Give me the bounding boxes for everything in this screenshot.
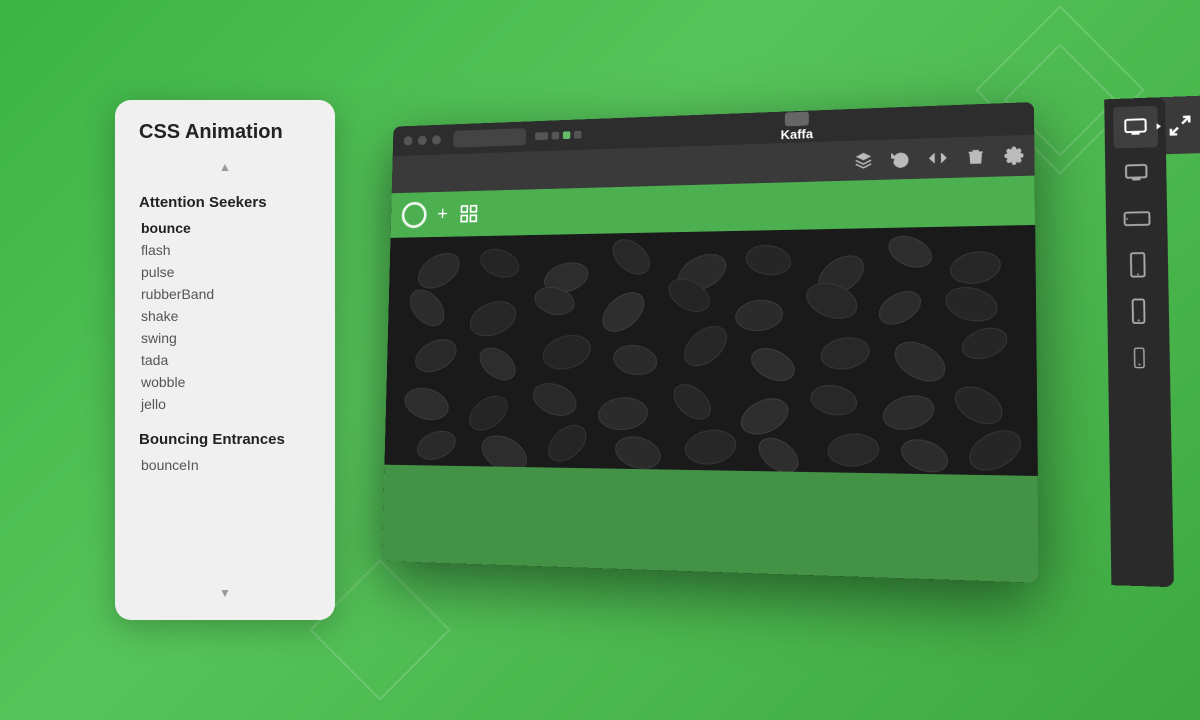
coffee-bean <box>734 298 784 333</box>
browser-dot-1 <box>404 136 413 146</box>
browser-url-bar[interactable] <box>453 128 526 147</box>
nav-status <box>563 131 571 139</box>
add-element-button[interactable]: + <box>437 203 448 225</box>
coffee-bean <box>401 383 452 425</box>
panel-spacer <box>139 476 311 574</box>
mobile-icon <box>1130 298 1146 323</box>
coffee-canvas-area <box>385 225 1038 476</box>
grid-icon[interactable] <box>458 203 478 224</box>
coffee-bean <box>682 426 738 468</box>
coffee-bean <box>677 318 735 374</box>
circle-selector[interactable] <box>401 202 427 229</box>
animation-panel: CSS Animation Attention Seekers bounce f… <box>115 100 335 620</box>
browser-dot-2 <box>418 136 427 146</box>
brand-name: Kaffa <box>781 126 814 142</box>
device-tablet-landscape-button[interactable] <box>1114 197 1159 240</box>
coffee-bean <box>883 230 937 274</box>
coffee-bean <box>897 433 953 476</box>
device-tablet-portrait-button[interactable] <box>1115 243 1160 286</box>
panel-title: CSS Animation <box>139 120 311 144</box>
animation-item-swing[interactable]: swing <box>139 327 311 349</box>
category-attention-seekers: Attention Seekers <box>139 194 311 211</box>
coffee-bean <box>595 284 651 339</box>
coffee-bean <box>948 379 1009 432</box>
coffee-bean <box>474 341 522 387</box>
mobile-2-icon <box>1132 347 1146 368</box>
delete-icon[interactable] <box>966 147 985 166</box>
nav-forward <box>552 132 560 140</box>
animation-item-rubberband[interactable]: rubberBand <box>139 283 311 305</box>
browser-nav-controls <box>535 131 581 140</box>
coffee-bean <box>808 382 860 420</box>
animation-item-wobble[interactable]: wobble <box>139 371 311 393</box>
coffee-bean <box>947 247 1003 288</box>
desktop-icon <box>1123 116 1148 138</box>
coffee-bean <box>752 431 805 476</box>
animation-item-tada[interactable]: tada <box>139 349 311 371</box>
coffee-bean <box>957 322 1012 365</box>
browser-mockup: Kaffa <box>381 100 1107 629</box>
history-icon[interactable] <box>891 150 910 169</box>
device-desktop-button[interactable] <box>1113 106 1158 149</box>
coffee-bean <box>528 377 581 422</box>
scroll-down-button[interactable] <box>139 586 311 600</box>
animation-item-jello[interactable]: jello <box>139 393 311 415</box>
coffee-bean <box>466 295 521 343</box>
tablet-portrait-icon <box>1127 252 1148 278</box>
device-desktop-2-button[interactable] <box>1113 151 1158 194</box>
animation-item-shake[interactable]: shake <box>139 305 311 327</box>
coffee-bean <box>611 342 660 379</box>
nav-back <box>535 132 548 140</box>
nav-extra <box>574 131 582 139</box>
animation-item-pulse[interactable]: pulse <box>139 261 311 283</box>
animation-item-bouncein[interactable]: bounceIn <box>139 454 311 476</box>
coffee-bean <box>942 282 1002 327</box>
coffee-bean <box>818 334 872 374</box>
animation-item-bounce[interactable]: bounce <box>139 217 311 239</box>
category-bouncing-entrances: Bouncing Entrances <box>139 431 311 448</box>
coffee-bean <box>541 417 593 468</box>
coffee-bean <box>606 232 657 281</box>
scroll-up-button[interactable] <box>139 160 311 174</box>
coffee-bean <box>746 342 800 388</box>
coffee-bean <box>539 330 594 375</box>
coffee-bean <box>597 395 649 432</box>
coffee-bean <box>476 244 523 283</box>
dropdown-arrow <box>1156 123 1161 129</box>
tablet-landscape-icon <box>1123 209 1150 228</box>
browser-dot-3 <box>432 135 441 145</box>
coffee-bean <box>962 422 1029 476</box>
coffee-bean <box>667 377 718 427</box>
coffee-bean <box>410 333 461 379</box>
brand-logo <box>785 112 809 127</box>
layers-icon[interactable] <box>854 151 872 170</box>
coffee-bean <box>735 391 794 441</box>
device-mobile-2-button[interactable] <box>1116 337 1162 380</box>
coffee-bean <box>403 282 451 333</box>
coffee-bean <box>463 388 514 437</box>
device-mobile-button[interactable] <box>1115 290 1160 333</box>
code-icon[interactable] <box>928 149 947 168</box>
settings-icon[interactable] <box>1004 146 1023 165</box>
coffee-bean <box>743 242 794 279</box>
coffee-bean <box>413 426 459 465</box>
expand-icon <box>1167 113 1192 137</box>
coffee-bean <box>888 334 953 390</box>
coffee-bean <box>826 432 880 469</box>
coffee-bean <box>873 284 927 331</box>
coffee-bean <box>879 390 939 435</box>
device-panel <box>1104 97 1174 587</box>
animation-item-flash[interactable]: flash <box>139 239 311 261</box>
canvas-bottom-green <box>382 465 1039 583</box>
main-container: CSS Animation Attention Seekers bounce f… <box>115 100 1085 620</box>
coffee-bean <box>612 431 665 474</box>
desktop-2-icon <box>1123 162 1148 183</box>
browser-frame: Kaffa <box>382 102 1039 583</box>
browser-brand: Kaffa <box>781 112 814 143</box>
